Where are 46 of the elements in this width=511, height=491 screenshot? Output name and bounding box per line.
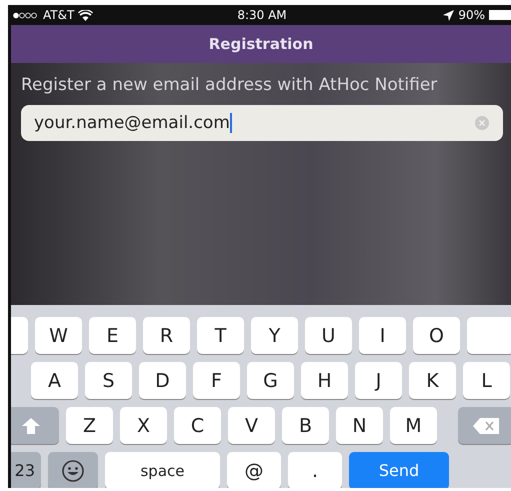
screen-title: Registration: [208, 35, 314, 53]
carrier-name: AT&T: [43, 8, 74, 22]
numbers-key[interactable]: 23: [11, 452, 41, 488]
letter-key[interactable]: E: [89, 317, 136, 354]
letter-key[interactable]: Y: [251, 317, 298, 354]
delete-key[interactable]: [458, 407, 511, 444]
letter-key[interactable]: W: [35, 317, 82, 354]
battery-percent: 90%: [458, 8, 485, 22]
symbol-key[interactable]: @: [227, 452, 281, 488]
letter-key[interactable]: O: [413, 317, 460, 354]
letter-key[interactable]: D: [139, 362, 186, 399]
location-arrow-icon: [443, 10, 454, 20]
letter-key[interactable]: X: [120, 407, 167, 444]
signal-icon: [13, 12, 39, 18]
clear-icon[interactable]: [475, 116, 489, 130]
letter-key[interactable]: Z: [66, 407, 113, 444]
letter-key[interactable]: L: [463, 362, 510, 399]
emoji-key[interactable]: [48, 452, 98, 488]
letter-key[interactable]: H: [301, 362, 348, 399]
letter-key[interactable]: R: [143, 317, 190, 354]
shift-key[interactable]: [11, 407, 59, 444]
letter-key[interactable]: U: [305, 317, 352, 354]
letter-key[interactable]: M: [390, 407, 437, 444]
letter-key[interactable]: K: [409, 362, 456, 399]
backspace-icon: [473, 418, 499, 434]
clock-time: 8:30 AM: [237, 8, 287, 22]
battery-icon: [488, 10, 511, 20]
wifi-icon: [78, 10, 94, 20]
letter-key[interactable]: V: [228, 407, 275, 444]
letter-key[interactable]: A: [31, 362, 78, 399]
instruction-text: Register a new email address with AtHoc Notifier: [21, 77, 438, 93]
email-field[interactable]: your.name@email.com: [21, 105, 503, 141]
letter-key[interactable]: J: [355, 362, 402, 399]
letter-key[interactable]: N: [336, 407, 383, 444]
letter-key[interactable]: S: [85, 362, 132, 399]
space-key[interactable]: space: [105, 452, 220, 488]
shift-arrow-icon: [22, 418, 40, 434]
letter-key[interactable]: C: [174, 407, 221, 444]
letter-key[interactable]: T: [197, 317, 244, 354]
smiley-icon: [62, 460, 84, 482]
symbol-key[interactable]: .: [288, 452, 342, 488]
letter-key[interactable]: B: [282, 407, 329, 444]
letter-key[interactable]: I: [359, 317, 406, 354]
letter-key[interactable]: G: [247, 362, 294, 399]
send-key[interactable]: Send: [349, 452, 449, 488]
letter-key[interactable]: F: [193, 362, 240, 399]
